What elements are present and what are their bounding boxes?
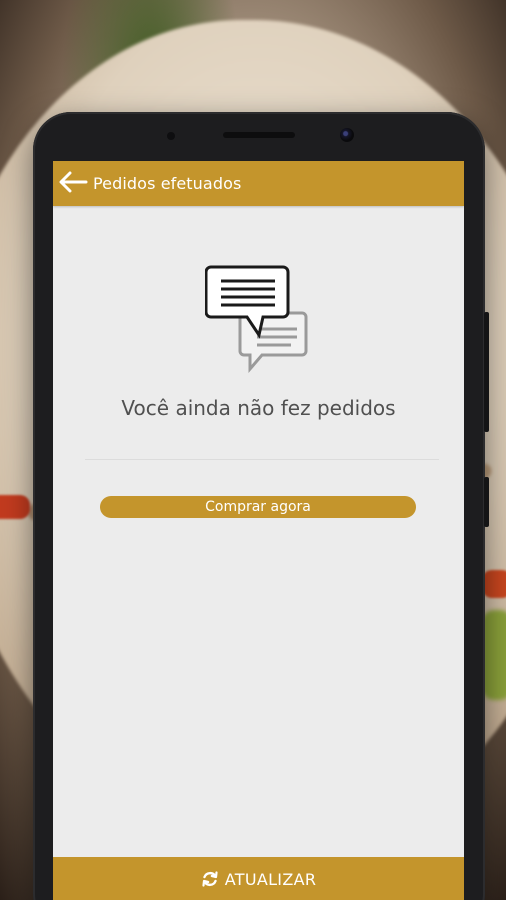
page-title: Pedidos efetuados: [93, 174, 242, 193]
promo-stage: Pedidos efetuados Você ainda não fez ped…: [0, 0, 506, 900]
chat-bubbles-icon: [204, 265, 309, 375]
phone-frame: Pedidos efetuados Você ainda não fez ped…: [33, 112, 489, 900]
background-tomato-left: [0, 495, 30, 519]
phone-sensor: [167, 132, 175, 140]
arrow-left-icon: [58, 171, 88, 197]
app-screen: Pedidos efetuados Você ainda não fez ped…: [53, 161, 464, 900]
background-tomato-right: [482, 570, 506, 598]
phone-volume-button: [484, 312, 489, 432]
phone-power-button: [484, 477, 489, 527]
empty-state-message: Você ainda não fez pedidos: [121, 396, 396, 420]
back-button[interactable]: [53, 161, 93, 206]
refresh-label: ATUALIZAR: [224, 869, 317, 889]
phone-speaker: [223, 132, 295, 138]
refresh-button[interactable]: ATUALIZAR: [53, 857, 464, 900]
buy-now-button[interactable]: Comprar agora: [100, 496, 416, 518]
refresh-icon: [201, 870, 219, 888]
phone-front-camera: [340, 128, 354, 142]
divider: [85, 459, 439, 460]
background-lettuce-right: [482, 610, 506, 700]
app-bar: Pedidos efetuados: [53, 161, 464, 206]
